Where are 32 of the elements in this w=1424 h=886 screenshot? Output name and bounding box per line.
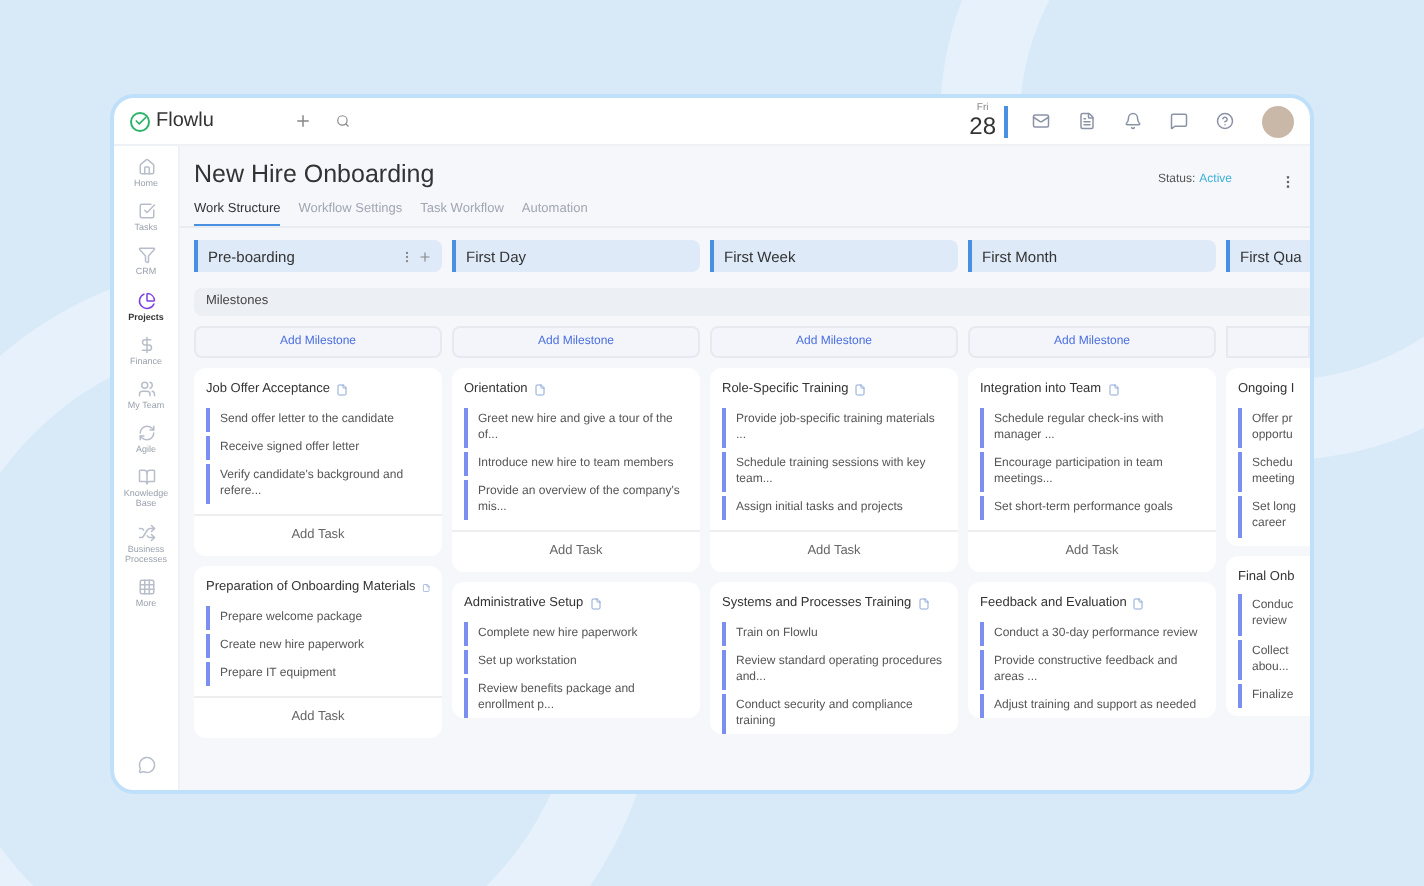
app-logo: Flowlu [156, 108, 214, 136]
shuffle-icon [137, 523, 155, 542]
home-icon [137, 158, 155, 176]
dollar-icon [137, 335, 155, 354]
chat-icon[interactable] [1170, 112, 1188, 130]
project-title: New Hire Onboarding [194, 162, 437, 187]
help-icon[interactable] [1216, 112, 1234, 130]
mail-icon[interactable] [1032, 112, 1050, 130]
document-icon [854, 384, 867, 397]
book-icon [137, 468, 155, 487]
document-icon [1107, 384, 1120, 397]
pie-chart-icon [137, 291, 155, 310]
refresh-icon [137, 424, 155, 443]
logo-icon [130, 111, 150, 131]
document-icon [421, 582, 430, 594]
add-icon[interactable] [294, 112, 312, 130]
search-icon[interactable] [336, 114, 350, 128]
avatar[interactable] [1262, 105, 1294, 137]
notes-icon[interactable] [1078, 112, 1096, 130]
checkbox-icon [137, 202, 155, 221]
people-icon [137, 379, 155, 398]
chat-bubble-icon[interactable] [137, 756, 155, 774]
funnel-icon [137, 246, 155, 265]
add-icon[interactable] [418, 249, 432, 264]
document-icon [917, 598, 930, 611]
document-icon [1132, 598, 1145, 611]
date-number: 28 [969, 114, 996, 138]
grid-icon [137, 577, 155, 596]
document-icon [533, 384, 546, 397]
document-icon [336, 384, 349, 397]
bell-icon[interactable] [1124, 112, 1142, 130]
document-icon [589, 598, 602, 611]
